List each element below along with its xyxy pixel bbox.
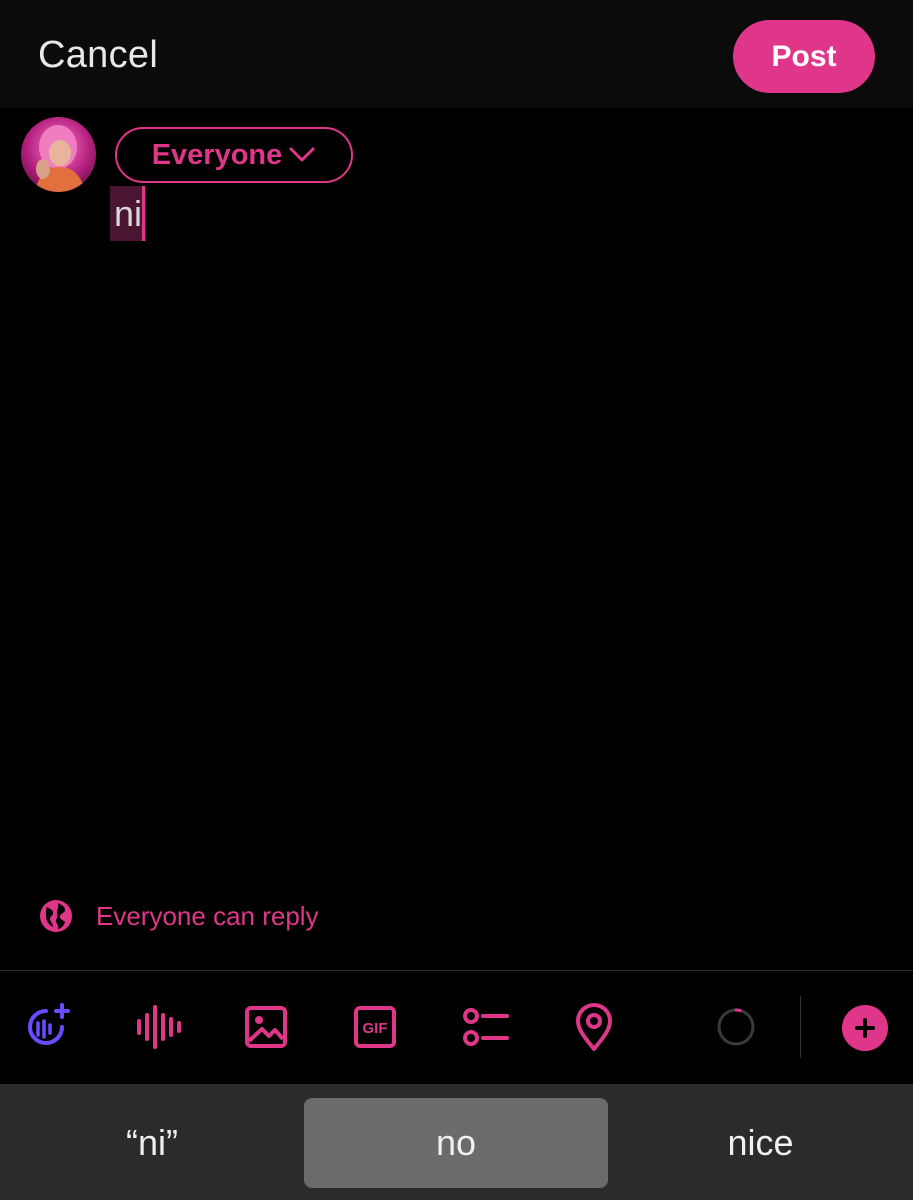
image-icon[interactable] [238, 999, 294, 1055]
character-count-ring-icon [708, 999, 764, 1055]
compose-text-field[interactable]: ni [110, 186, 147, 241]
compose-header: Cancel Post [0, 0, 913, 108]
audio-waveform-icon[interactable] [129, 999, 185, 1055]
reply-setting-label: Everyone can reply [96, 900, 319, 931]
audience-label: Everyone [151, 138, 283, 171]
text-caret [142, 186, 146, 241]
keyboard-suggestion-bar: “ni” no nice [0, 1084, 913, 1200]
poll-icon[interactable] [457, 999, 513, 1055]
grok-add-icon[interactable] [20, 999, 76, 1055]
avatar-image [21, 117, 96, 192]
chevron-down-icon [289, 147, 315, 162]
avatar [21, 117, 96, 192]
suggestion-item[interactable]: “ni” [0, 1098, 304, 1188]
cancel-button[interactable]: Cancel [38, 34, 158, 77]
toolbar-divider [0, 970, 913, 971]
gif-icon[interactable]: GIF [347, 999, 403, 1055]
globe-icon [40, 900, 72, 932]
add-thread-icon [855, 1018, 875, 1038]
audience-selector[interactable]: Everyone [115, 127, 353, 183]
location-pin-icon[interactable] [566, 999, 622, 1055]
svg-text:GIF: GIF [363, 1020, 388, 1037]
toolbar-separator [800, 996, 801, 1058]
reply-setting-button[interactable]: Everyone can reply [38, 896, 319, 936]
suggestion-item[interactable]: nice [608, 1098, 913, 1188]
post-button[interactable]: Post [733, 20, 875, 93]
add-thread-button[interactable] [842, 1005, 888, 1051]
compose-text-value: ni [110, 186, 147, 241]
suggestion-item-selected[interactable]: no [304, 1098, 608, 1188]
